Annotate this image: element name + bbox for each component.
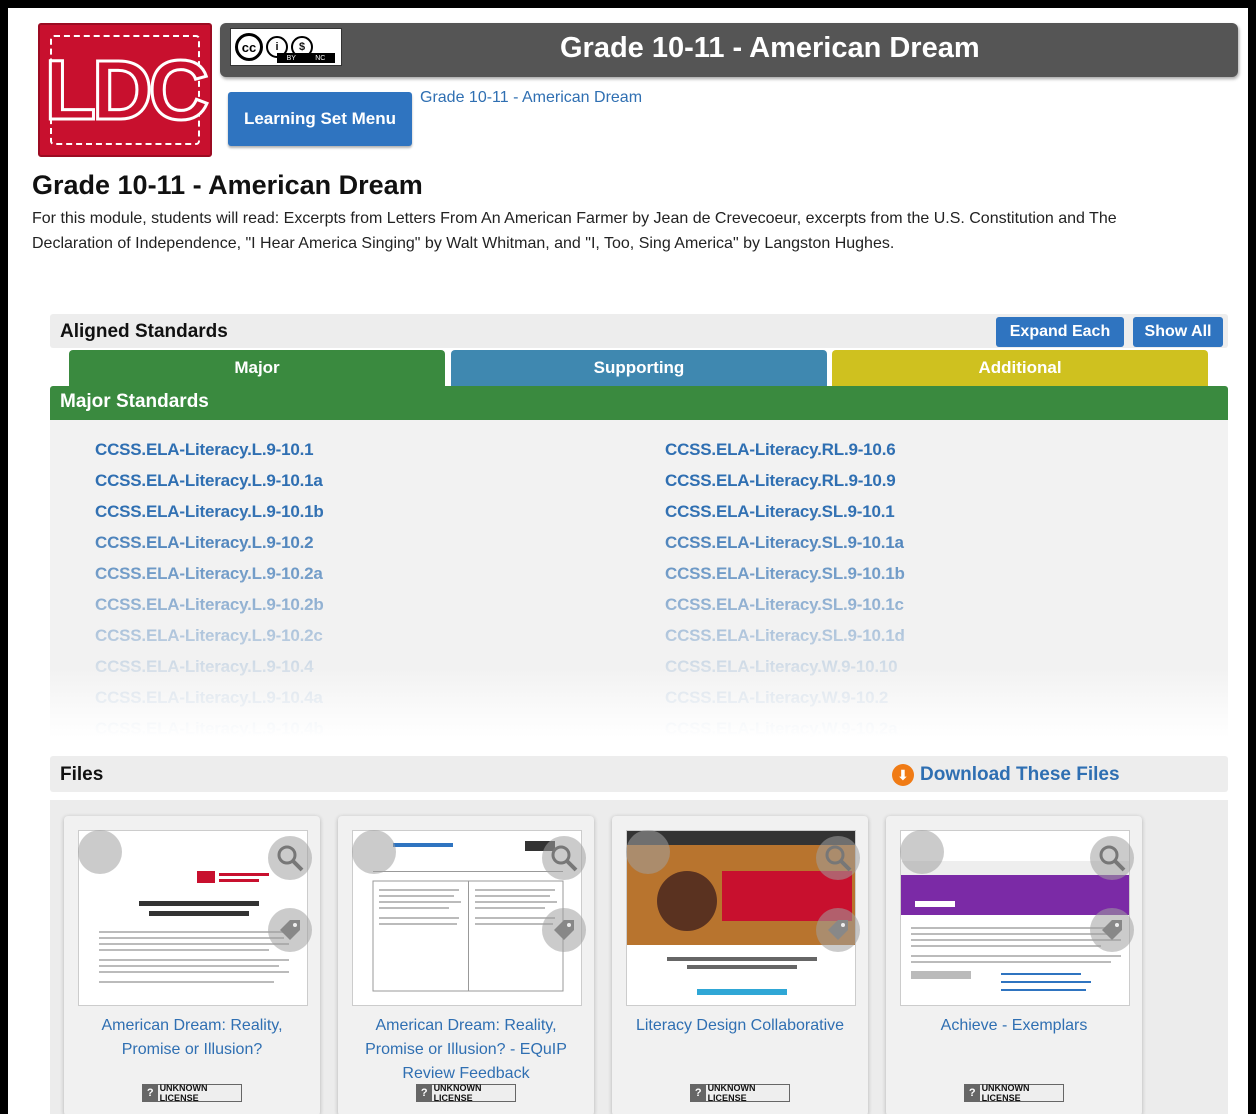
- tab-additional[interactable]: Additional: [832, 350, 1208, 386]
- cc-license-badge[interactable]: cc i $ BY NC: [230, 28, 342, 66]
- standards-panel: CCSS.ELA-Literacy.L.9-10.1CCSS.ELA-Liter…: [50, 420, 1228, 738]
- question-icon: ?: [691, 1085, 706, 1101]
- preview-icon[interactable]: [900, 830, 944, 874]
- preview-icon[interactable]: [626, 830, 670, 874]
- file-card[interactable]: Achieve - Exemplars ? UNKNOWN LICENSE: [886, 816, 1142, 1114]
- download-icon: ⬇: [892, 764, 914, 786]
- file-card[interactable]: Literacy Design Collaborative ? UNKNOWN …: [612, 816, 868, 1114]
- aligned-standards-bar: Aligned Standards Expand Each Show All: [50, 314, 1228, 348]
- file-card-title[interactable]: American Dream: Reality, Promise or Illu…: [348, 1014, 584, 1086]
- file-card[interactable]: American Dream: Reality, Promise or Illu…: [338, 816, 594, 1114]
- page-frame: LDC cc i $ BY NC Grade 10-11 - American …: [8, 8, 1248, 1114]
- search-icon[interactable]: [816, 836, 860, 880]
- search-icon[interactable]: [542, 836, 586, 880]
- show-all-button[interactable]: Show All: [1133, 317, 1223, 347]
- file-card-title[interactable]: Literacy Design Collaborative: [622, 1014, 858, 1038]
- tab-major[interactable]: Major: [69, 350, 445, 386]
- preview-icon[interactable]: [352, 830, 396, 874]
- ldc-logo[interactable]: LDC: [38, 23, 212, 157]
- tag-icon[interactable]: [268, 908, 312, 952]
- title-bar: cc i $ BY NC Grade 10-11 - American Drea…: [220, 23, 1238, 77]
- search-icon[interactable]: [268, 836, 312, 880]
- tag-icon[interactable]: [816, 908, 860, 952]
- download-label: Download These Files: [920, 764, 1120, 785]
- cc-nc-label: NC: [315, 54, 326, 62]
- file-card[interactable]: American Dream: Reality, Promise or Illu…: [64, 816, 320, 1114]
- standards-fade-overlay: [50, 420, 1228, 738]
- question-icon: ?: [143, 1085, 158, 1101]
- license-badge: ? UNKNOWN LICENSE: [690, 1083, 790, 1103]
- file-card-title[interactable]: Achieve - Exemplars: [896, 1014, 1132, 1038]
- question-icon: ?: [965, 1085, 980, 1101]
- cc-icon: cc: [235, 33, 263, 61]
- file-card-title[interactable]: American Dream: Reality, Promise or Illu…: [74, 1014, 310, 1062]
- major-standards-header: Major Standards: [50, 386, 1228, 420]
- license-badge: ? UNKNOWN LICENSE: [964, 1083, 1064, 1103]
- module-description: For this module, students will read: Exc…: [32, 210, 1117, 252]
- preview-icon[interactable]: [78, 830, 122, 874]
- module-title: Grade 10-11 - American Dream: [32, 170, 423, 200]
- major-standards-title: Major Standards: [60, 391, 209, 412]
- learning-set-menu-button[interactable]: Learning Set Menu: [228, 92, 412, 146]
- question-icon: ?: [417, 1085, 432, 1101]
- tag-icon[interactable]: [542, 908, 586, 952]
- expand-each-button[interactable]: Expand Each: [996, 317, 1124, 347]
- breadcrumb-link[interactable]: Grade 10-11 - American Dream: [420, 89, 642, 107]
- cc-by-label: BY: [286, 54, 296, 62]
- search-icon[interactable]: [1090, 836, 1134, 880]
- download-files-link[interactable]: ⬇ Download These Files: [892, 764, 1120, 786]
- tab-supporting[interactable]: Supporting: [451, 350, 827, 386]
- tag-icon[interactable]: [1090, 908, 1134, 952]
- files-label: Files: [60, 764, 104, 785]
- license-badge: ? UNKNOWN LICENSE: [416, 1083, 516, 1103]
- license-badge: ? UNKNOWN LICENSE: [142, 1083, 242, 1103]
- page-header-title: Grade 10-11 - American Dream: [560, 32, 980, 64]
- aligned-standards-label: Aligned Standards: [60, 321, 228, 342]
- logo-text: LDC: [43, 43, 211, 137]
